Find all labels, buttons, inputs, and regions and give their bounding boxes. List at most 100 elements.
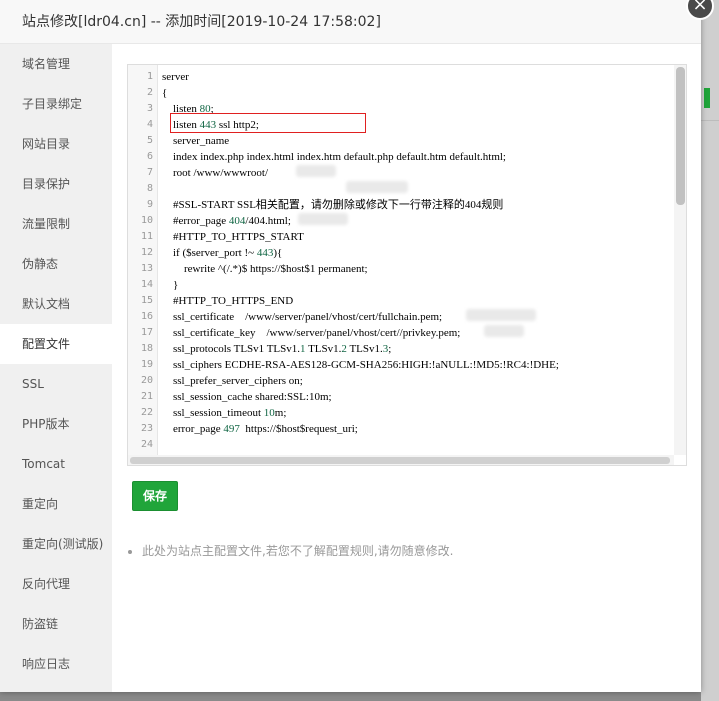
redacted-cert-path	[466, 309, 536, 321]
sidebar-item[interactable]: 伪静态	[0, 244, 112, 284]
sidebar-item[interactable]: 反向代理	[0, 564, 112, 604]
line-number: 19	[140, 359, 153, 370]
code-token: {	[162, 87, 168, 99]
redacted-text	[296, 165, 336, 177]
code-token: ssl_session_cache shared:SSL:10m;	[162, 391, 332, 403]
line-number: 2	[146, 87, 153, 98]
code-token: ssl_session_timeout	[162, 407, 264, 419]
line-number-gutter: 1 2 3 4 5 6 7 8 9 10 11 12 13 14 15 16 17 18 19 20 21 22 23 24	[128, 65, 158, 465]
horizontal-scroll-thumb[interactable]	[130, 457, 670, 464]
save-button[interactable]: 保存	[132, 481, 178, 511]
highlight-box	[170, 113, 366, 133]
line-number: 10	[140, 215, 153, 226]
code-token: 10	[263, 407, 275, 419]
code-line: #error_page 404/404.html;	[162, 213, 291, 229]
code-line: ssl_prefer_server_ciphers on;	[162, 373, 303, 389]
line-number: 21	[140, 391, 153, 402]
code-line: {	[162, 85, 167, 101]
config-file-panel: 1 2 3 4 5 6 7 8 9 10 11 12 13 14 15 16 17 18 19 20 21 22 23 24 …	[112, 44, 701, 692]
code-line: server	[162, 69, 189, 85]
line-number: 17	[140, 327, 153, 338]
sidebar-item[interactable]: 响应日志	[0, 644, 112, 684]
code-token: #HTTP_TO_HTTPS_START	[162, 231, 304, 243]
code-line: #SSL-START SSL相关配置，请勿删除或修改下一行带注释的404规则	[162, 197, 503, 213]
sidebar-item[interactable]: SSL	[0, 364, 112, 404]
code-token: #error_page	[162, 215, 229, 227]
dialog-header: 站点修改[ldr04.cn] -- 添加时间[2019-10-24 17:58:…	[0, 0, 701, 44]
code-editor[interactable]: 1 2 3 4 5 6 7 8 9 10 11 12 13 14 15 16 17 18 19 20 21 22 23 24 …	[127, 64, 687, 466]
code-token: ssl_prefer_server_ciphers on;	[162, 375, 303, 387]
code-token: https://$host$request_uri;	[239, 423, 358, 435]
line-number: 8	[146, 183, 153, 194]
sidebar-item[interactable]: PHP版本	[0, 404, 112, 444]
redacted-root-path	[298, 213, 348, 225]
redacted-server-name	[346, 181, 408, 193]
sidebar-item[interactable]: 目录保护	[0, 164, 112, 204]
line-number: 9	[146, 199, 153, 210]
code-line: ssl_certificate /www/server/panel/vhost/…	[162, 309, 442, 325]
code-token: rewrite ^(/.*)$ https://$host$1 permanen…	[162, 263, 368, 275]
sidebar-item[interactable]: 域名管理	[0, 44, 112, 84]
dialog-title: 站点修改[ldr04.cn] -- 添加时间[2019-10-24 17:58:…	[22, 14, 381, 30]
line-number: 22	[140, 407, 153, 418]
code-token: ){	[273, 247, 283, 259]
sidebar-item[interactable]: 网站目录	[0, 124, 112, 164]
line-number: 23	[140, 423, 153, 434]
code-line: index index.php index.html index.htm def…	[162, 149, 506, 165]
code-line: ssl_certificate_key /www/server/panel/vh…	[162, 325, 460, 341]
code-token: 443	[256, 247, 274, 259]
code-line: ssl_ciphers ECDHE-RSA-AES128-GCM-SHA256:…	[162, 357, 559, 373]
code-token: TLSv1.	[305, 343, 342, 355]
code-token: /fullchain.pem;	[375, 311, 443, 323]
code-line: rewrite ^(/.*)$ https://$host$1 permanen…	[162, 261, 368, 277]
code-token: server_name	[162, 135, 232, 147]
code-token: }	[162, 279, 179, 291]
code-line: ssl_session_cache shared:SSL:10m;	[162, 389, 332, 405]
code-line: #HTTP_TO_HTTPS_END	[162, 293, 293, 309]
line-number: 18	[140, 343, 153, 354]
code-line: server_name	[162, 133, 232, 149]
sidebar-item[interactable]: 默认文档	[0, 284, 112, 324]
hint-label: 此处为站点主配置文件,若您不了解配置规则,请勿随意修改.	[142, 544, 454, 558]
line-number: 14	[140, 279, 153, 290]
sidebar-item[interactable]: 重定向	[0, 484, 112, 524]
line-number: 5	[146, 135, 153, 146]
code-token: error_page	[162, 423, 224, 435]
hint-text: 此处为站点主配置文件,若您不了解配置规则,请勿随意修改.	[128, 542, 453, 559]
line-number: 16	[140, 311, 153, 322]
vertical-scroll-thumb[interactable]	[676, 67, 685, 205]
sidebar-item[interactable]: 重定向(测试版)	[0, 524, 112, 564]
line-number: 6	[146, 151, 153, 162]
sidebar-item[interactable]: 流量限制	[0, 204, 112, 244]
sidebar-item[interactable]: 防盗链	[0, 604, 112, 644]
code-line: error_page 497 https://$host$request_uri…	[162, 421, 358, 437]
line-number: 4	[146, 119, 153, 130]
sidebar-item[interactable]: 子目录绑定	[0, 84, 112, 124]
code-token: ssl_certificate_key /www/server/panel/vh…	[162, 327, 400, 339]
code-token: ssl_ciphers ECDHE-RSA-AES128-GCM-SHA256:…	[162, 359, 559, 371]
sidebar-item[interactable]: Tomcat	[0, 444, 112, 484]
code-token: ;	[388, 343, 392, 355]
line-number: 24	[140, 439, 153, 450]
sidebar: 域名管理 子目录绑定 网站目录 目录保护 流量限制 伪静态 默认文档 配置文件 SSL PHP版本…	[0, 44, 112, 692]
code-token: root /www/wwwroot/	[162, 167, 269, 179]
line-number: 1	[146, 71, 153, 82]
code-token: #HTTP_TO_HTTPS_END	[162, 295, 294, 307]
code-token: 497	[223, 423, 240, 435]
line-number: 11	[140, 231, 153, 242]
code-token: /404.html;	[245, 215, 291, 227]
code-token: ssl_protocols TLSv1 TLSv1.	[162, 343, 301, 355]
background-accent	[704, 88, 710, 108]
code-line: if ($server_port !~ 443){	[162, 245, 282, 261]
code-line: ssl_protocols TLSv1 TLSv1.1 TLSv1.2 TLSv…	[162, 341, 391, 357]
code-line: ssl_session_timeout 10m;	[162, 405, 286, 421]
code-token: server	[162, 71, 189, 83]
code-token: TLSv1.	[346, 343, 383, 355]
code-token: /privkey.pem;	[399, 327, 461, 339]
sidebar-item[interactable]: 配置文件	[0, 324, 112, 364]
bullet-icon	[128, 549, 132, 554]
redacted-key-path	[484, 325, 524, 337]
line-number: 12	[140, 247, 153, 258]
code-token: ssl_certificate /www/server/panel/vhost/…	[162, 311, 376, 323]
line-number: 20	[140, 375, 153, 386]
